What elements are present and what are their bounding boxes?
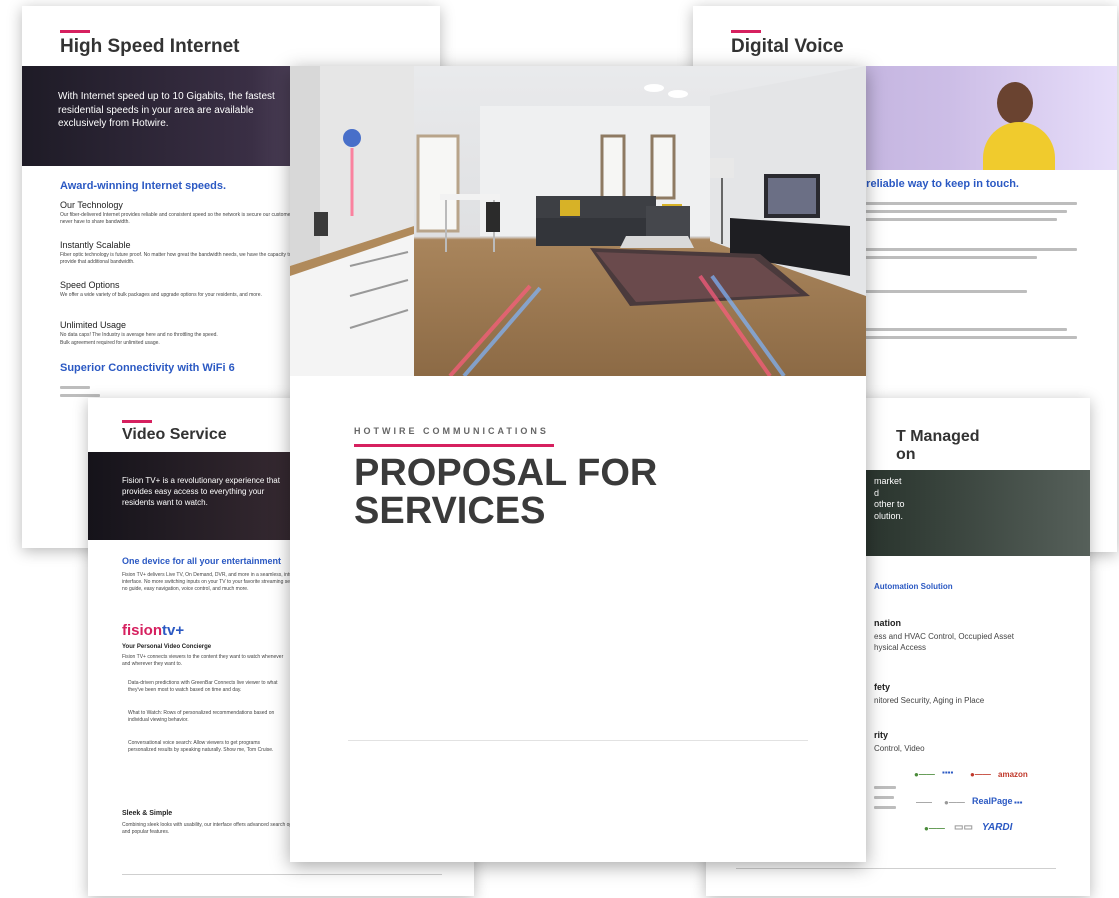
section-title: Instantly Scalable: [60, 240, 131, 250]
cover-title-line1: PROPOSAL FOR: [354, 452, 658, 494]
video-title: Video Service: [122, 426, 227, 443]
solution-heading: Automation Solution: [874, 582, 953, 591]
text-line: [857, 328, 1067, 331]
iot-item-title: fety: [874, 682, 891, 692]
partner-logo: RealPage: [972, 796, 1013, 806]
partner-logo: ●——: [924, 824, 945, 833]
text-line: [857, 290, 1027, 293]
living-room-illustration: [290, 66, 866, 376]
partner-logo: YARDI: [982, 822, 1013, 833]
internet-banner-text: With Internet speed up to 10 Gigabits, t…: [58, 91, 275, 129]
bullet-item: Data-driven predictions with GreenBar Co…: [128, 680, 278, 693]
text-line: [874, 796, 894, 799]
accent-bar: [731, 30, 761, 33]
partner-logo: ——: [916, 798, 932, 807]
bullet-item: Conversational voice search: Allow viewe…: [128, 740, 274, 753]
cover-page: HOTWIRE COMMUNICATIONS PROPOSAL FOR SERV…: [290, 66, 866, 862]
section-title: Unlimited Usage: [60, 320, 127, 330]
voice-heading: a reliable way to keep in touch.: [857, 178, 1019, 190]
fision-logo-tv: tv+: [162, 622, 185, 639]
internet-heading: Award-winning Internet speeds.: [60, 180, 227, 192]
partner-logo: ▪▪▪▪: [942, 768, 954, 777]
accent-bar: [122, 420, 152, 423]
cover-divider: [348, 740, 808, 741]
iot-title-line2: on: [896, 446, 916, 463]
footnote: Bulk agreement required for unlimited us…: [60, 340, 160, 346]
partner-logo: ●——: [914, 770, 935, 779]
text-line: [857, 336, 1077, 339]
partner-logo: amazon: [998, 770, 1028, 779]
text-line: [857, 218, 1057, 221]
bullet-item: What to Watch: Rows of personalized reco…: [128, 710, 275, 723]
iot-banner-text: market d other to olution.: [874, 476, 905, 522]
text-line: [857, 248, 1077, 251]
concierge-text: Fision TV+ connects viewers to the conte…: [122, 654, 284, 667]
text-line: [60, 394, 100, 397]
cover-title-line2: SERVICES: [354, 490, 546, 532]
voice-title: Digital Voice: [731, 36, 844, 57]
section-text: We offer a wide variety of bulk packages…: [60, 292, 262, 298]
iot-item-title: nation: [874, 618, 901, 628]
video-banner-text: Fision TV+ is a revolutionary experience…: [122, 476, 280, 507]
fision-logo: fisiontv+: [122, 622, 184, 639]
sleek-text: Combining sleek looks with usability, ou…: [122, 822, 303, 835]
text-line: [874, 786, 896, 789]
section-title: Our Technology: [60, 200, 123, 210]
cover-company: HOTWIRE COMMUNICATIONS: [354, 426, 549, 436]
woman-photo: [979, 76, 1059, 170]
accent-bar: [60, 30, 90, 33]
partner-logo: ●——: [944, 798, 965, 807]
section-text: No data caps! The Industry is average he…: [60, 332, 218, 338]
internet-title: High Speed Internet: [60, 36, 240, 57]
living-room-photo: [290, 66, 866, 376]
video-body: Fision TV+ delivers Live TV, On Demand, …: [122, 572, 310, 592]
video-heading: One device for all your entertainment: [122, 556, 282, 566]
text-line: [857, 202, 1077, 205]
partner-logo: ▭▭: [954, 822, 973, 833]
section-title: Speed Options: [60, 280, 120, 290]
iot-title-line1: T Managed: [896, 428, 980, 445]
partner-logo: ▪▪▪: [1014, 798, 1023, 807]
concierge-title: Your Personal Video Concierge: [122, 644, 212, 650]
section-text: Fiber optic technology is future proof. …: [60, 252, 292, 265]
cover-accent-line: [354, 444, 554, 447]
wifi-heading: Superior Connectivity with WiFi 6: [60, 362, 235, 374]
footer-line: [122, 874, 442, 875]
iot-item-title: rity: [874, 730, 889, 740]
iot-item-text: nitored Security, Aging in Place: [874, 696, 985, 705]
footer-line: [736, 868, 1056, 869]
text-line: [60, 386, 90, 389]
sleek-title: Sleek & Simple: [122, 810, 173, 817]
text-line: [874, 806, 896, 809]
section-text: Our fiber-delivered Internet provides re…: [60, 212, 295, 225]
fision-logo-word: fision: [122, 622, 162, 639]
text-line: [857, 210, 1067, 213]
iot-item-text: Control, Video: [874, 744, 925, 753]
text-line: [857, 256, 1037, 259]
iot-item-text: ess and HVAC Control, Occupied Asset hys…: [874, 632, 1014, 652]
partner-logo: ●——: [970, 770, 991, 779]
